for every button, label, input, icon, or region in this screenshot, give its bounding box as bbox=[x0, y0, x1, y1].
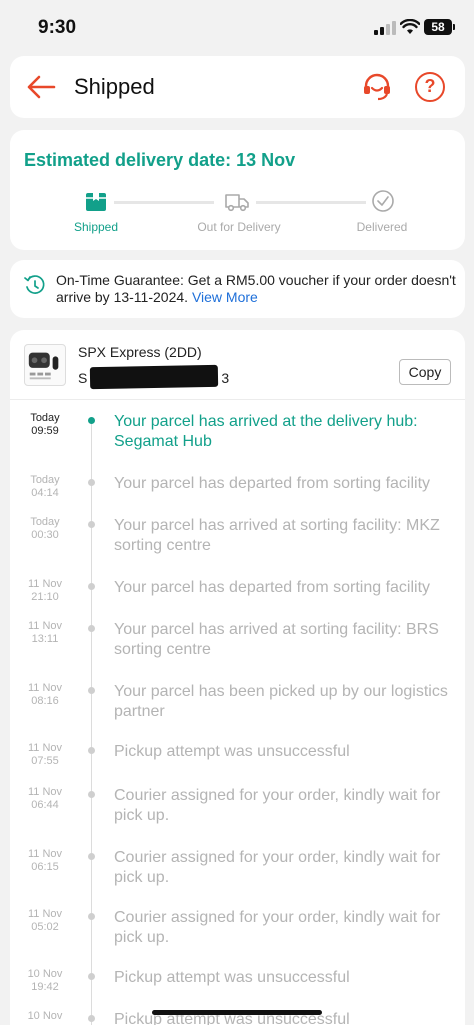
event-description: Courier assigned for your order, kindly … bbox=[114, 787, 441, 824]
event-time: 19:42 bbox=[31, 981, 59, 993]
redacted-tracking-number bbox=[89, 364, 219, 390]
event-description: Pickup attempt was unsuccessful bbox=[114, 969, 350, 986]
step-out-for-delivery-label: Out for Delivery bbox=[197, 220, 281, 234]
event-time: 06:15 bbox=[31, 861, 59, 873]
event-date: 11 Nov 07:55 bbox=[20, 742, 70, 768]
estimated-delivery-date: Estimated delivery date: 13 Nov bbox=[24, 150, 296, 170]
event-date: 11 Nov 13:11 bbox=[20, 620, 70, 646]
event-time: 21:10 bbox=[31, 591, 59, 603]
event-date: Today 00:30 bbox=[20, 516, 70, 542]
event-description: Courier assigned for your order, kindly … bbox=[114, 909, 441, 946]
event-day: 11 Nov bbox=[27, 682, 63, 694]
event-day: 11 Nov bbox=[27, 848, 63, 860]
timeline-dot bbox=[88, 521, 95, 528]
event-description: Pickup attempt was unsuccessful bbox=[114, 743, 350, 760]
event-day: 11 Nov bbox=[27, 908, 63, 920]
truck-icon bbox=[225, 194, 249, 212]
divider bbox=[10, 399, 465, 400]
event-description: Your parcel has arrived at sorting facil… bbox=[114, 621, 439, 658]
event-time: 05:02 bbox=[31, 921, 59, 933]
event-time: 07:55 bbox=[31, 755, 59, 767]
event-date: 11 Nov 06:15 bbox=[20, 848, 70, 874]
page-header: Shipped ? bbox=[10, 56, 465, 118]
timeline-dot bbox=[88, 687, 95, 694]
view-more-link[interactable]: View More bbox=[192, 289, 258, 305]
event-day: Today bbox=[30, 474, 60, 486]
event-time: 13:11 bbox=[31, 633, 59, 645]
step-delivered-label: Delivered bbox=[356, 220, 408, 234]
event-description: Your parcel has departed from sorting fa… bbox=[114, 475, 431, 492]
event-description: Courier assigned for your order, kindly … bbox=[114, 849, 441, 886]
event-day: 10 Nov bbox=[27, 1010, 63, 1022]
event-day: 11 Nov bbox=[27, 786, 63, 798]
timeline-dot bbox=[88, 1015, 95, 1022]
event-description: Your parcel has arrived at the delivery … bbox=[114, 413, 418, 450]
home-indicator bbox=[152, 1010, 322, 1015]
event-date: 11 Nov 06:44 bbox=[20, 786, 70, 812]
event-time: 09:59 bbox=[31, 425, 59, 437]
event-date: 11 Nov 05:02 bbox=[20, 908, 70, 934]
event-day: Today bbox=[30, 412, 60, 424]
timeline-line bbox=[91, 420, 92, 1025]
back-arrow-icon[interactable] bbox=[26, 74, 56, 100]
clock-guarantee-icon bbox=[24, 275, 45, 294]
step-shipped-label: Shipped bbox=[73, 220, 119, 234]
battery-icon: 58 bbox=[424, 19, 455, 35]
timeline-dot bbox=[88, 791, 95, 798]
progress-line bbox=[256, 201, 366, 204]
event-time: 00:30 bbox=[31, 529, 59, 541]
event-date: 10 Nov bbox=[20, 1010, 70, 1023]
tracking-number-prefix: S bbox=[78, 370, 88, 386]
timeline-dot bbox=[88, 417, 95, 424]
on-time-guarantee-banner[interactable]: On-Time Guarantee: Get a RM5.00 voucher … bbox=[10, 260, 465, 318]
event-date: 10 Nov 19:42 bbox=[20, 968, 70, 994]
timeline-dot bbox=[88, 853, 95, 860]
event-description: Your parcel has departed from sorting fa… bbox=[114, 579, 431, 596]
status-bar: 9:30 58 bbox=[0, 0, 474, 56]
timeline-dot bbox=[88, 747, 95, 754]
timeline-dot bbox=[88, 913, 95, 920]
timeline-dot bbox=[88, 583, 95, 590]
wifi-icon bbox=[400, 19, 420, 34]
event-day: 11 Nov bbox=[27, 620, 63, 632]
box-icon bbox=[86, 193, 106, 211]
delivery-status-card: Estimated delivery date: 13 Nov Shipped … bbox=[10, 130, 465, 250]
event-description: Your parcel has been picked up by our lo… bbox=[114, 683, 448, 720]
event-time: 04:14 bbox=[31, 487, 59, 499]
event-description: Your parcel has arrived at sorting facil… bbox=[114, 517, 440, 554]
tracking-number-suffix: 3 bbox=[221, 370, 230, 386]
event-day: Today bbox=[30, 516, 60, 528]
product-thumbnail bbox=[24, 344, 66, 386]
timeline-dot bbox=[88, 973, 95, 980]
cellular-signal-icon bbox=[374, 21, 396, 35]
event-date: Today 04:14 bbox=[20, 474, 70, 500]
event-date: Today 09:59 bbox=[20, 412, 70, 438]
copy-button[interactable]: Copy bbox=[399, 359, 451, 385]
page-title: Shipped bbox=[74, 74, 155, 99]
guarantee-text: On-Time Guarantee: Get a RM5.00 voucher … bbox=[56, 272, 456, 306]
customer-support-icon[interactable] bbox=[361, 72, 393, 102]
event-day: 10 Nov bbox=[27, 968, 63, 980]
event-date: 11 Nov 08:16 bbox=[20, 682, 70, 708]
event-day: 11 Nov bbox=[27, 742, 63, 754]
status-time: 9:30 bbox=[38, 17, 77, 38]
timeline-dot bbox=[88, 479, 95, 486]
timeline-dot bbox=[88, 625, 95, 632]
help-icon[interactable]: ? bbox=[415, 72, 445, 102]
event-day: 11 Nov bbox=[27, 578, 63, 590]
progress-line bbox=[114, 201, 214, 204]
event-date: 11 Nov 21:10 bbox=[20, 578, 70, 604]
courier-name: SPX Express (2DD) bbox=[78, 344, 202, 360]
check-circle-icon bbox=[372, 190, 394, 212]
event-time: 08:16 bbox=[31, 695, 59, 707]
tracking-card: SPX Express (2DD) S3 Copy Today 09:59 Your… bbox=[10, 330, 465, 1025]
event-time: 06:44 bbox=[31, 799, 59, 811]
